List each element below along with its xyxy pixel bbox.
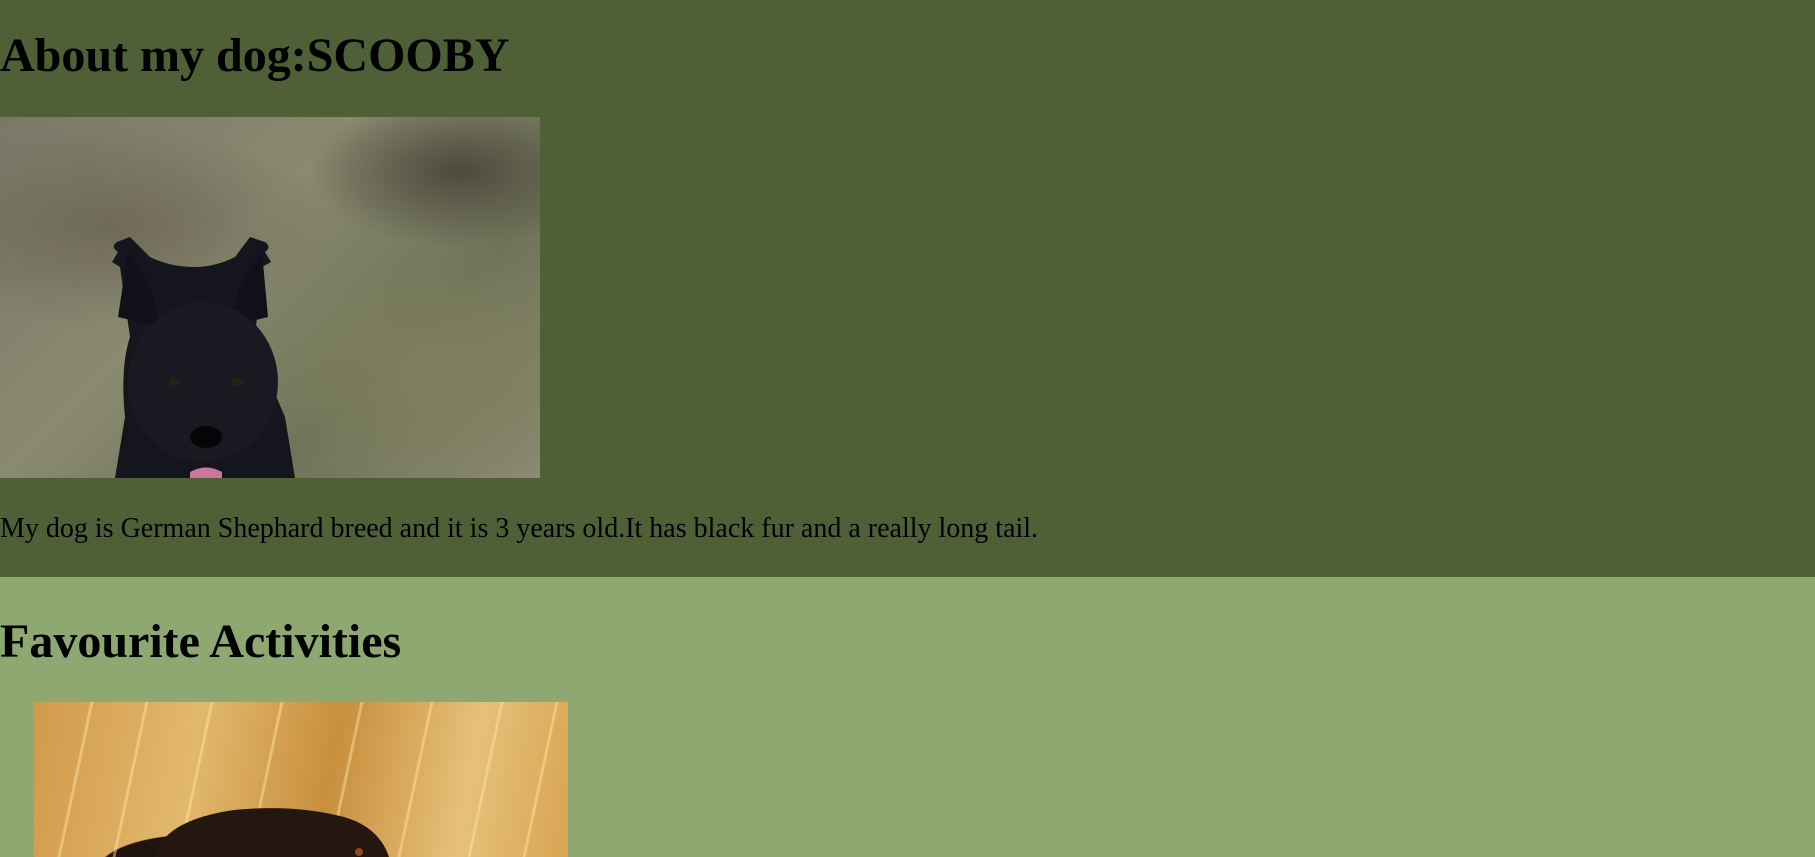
activities-photo <box>34 702 568 857</box>
activities-heading: Favourite Activities <box>0 615 402 668</box>
black-german-shepherd-photo-icon <box>112 237 295 478</box>
scooby-photo <box>0 117 540 478</box>
dog-in-wheat-field-photo-icon <box>154 808 389 857</box>
dog-description: My dog is German Shephard breed and it i… <box>0 513 1039 544</box>
about-heading: About my dog:SCOOBY <box>0 29 510 82</box>
about-section: About my dog:SCOOBY My dog is German She… <box>0 0 1815 577</box>
